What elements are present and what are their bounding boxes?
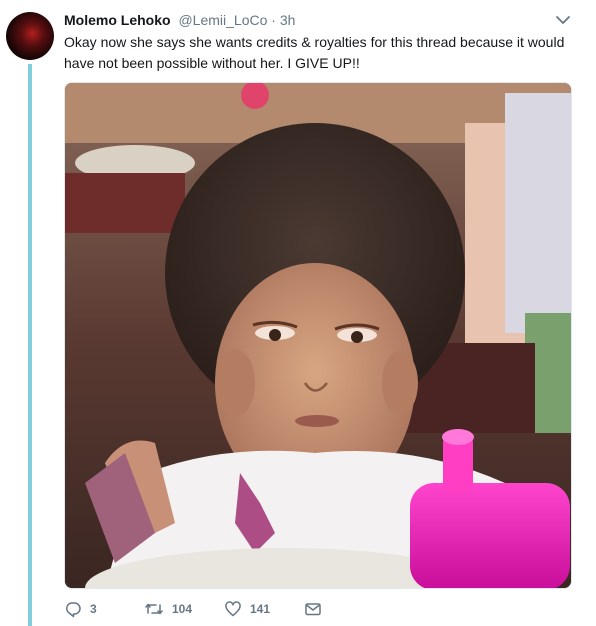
reply-button[interactable]: 3	[64, 600, 144, 618]
reply-icon	[66, 602, 81, 618]
tweet-header: Molemo Lehoko @Lemii_LoCo · 3h	[64, 11, 576, 31]
retweet-count: 104	[172, 602, 193, 616]
retweet-icon	[145, 603, 163, 615]
thread-line	[28, 64, 32, 626]
reply-count: 3	[90, 602, 97, 616]
chevron-down-icon[interactable]	[553, 12, 573, 28]
tweet-photo[interactable]	[64, 82, 572, 589]
like-button[interactable]: 141	[224, 600, 304, 618]
separator: ·	[271, 12, 276, 28]
author-name[interactable]: Molemo Lehoko	[64, 12, 171, 28]
heart-icon	[225, 601, 241, 617]
tweet-text: Okay now she says she wants credits & ro…	[64, 34, 565, 71]
direct-message-button[interactable]	[304, 600, 322, 618]
envelope-icon	[305, 603, 321, 616]
tweet-time[interactable]: 3h	[280, 12, 296, 28]
tweet-actions: 3 104 141	[64, 598, 322, 620]
author-handle[interactable]: @Lemii_LoCo	[178, 12, 267, 28]
avatar[interactable]	[6, 12, 54, 60]
retweet-button[interactable]: 104	[144, 600, 224, 618]
like-count: 141	[250, 602, 271, 616]
